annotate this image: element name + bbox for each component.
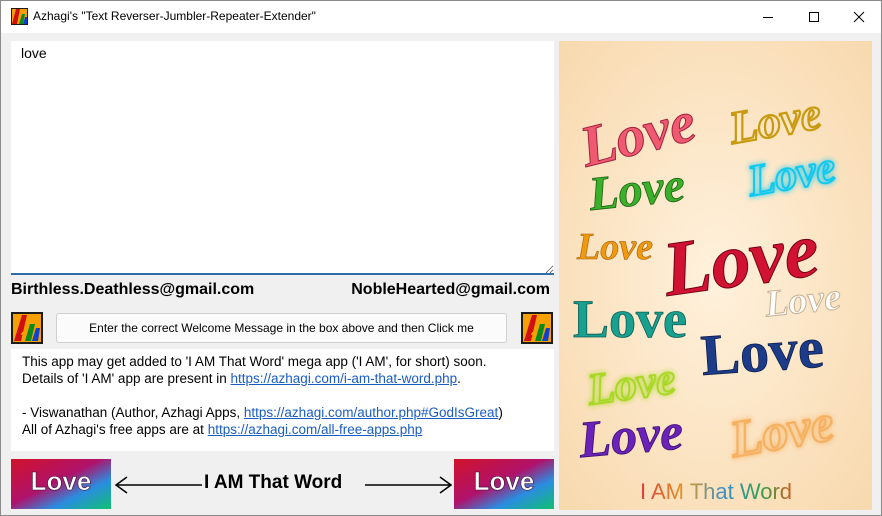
poster-caption: I AM That Word <box>640 479 792 504</box>
love-tile-text: Love <box>474 466 535 496</box>
info-text: Details of 'I AM' app are present in <box>22 371 231 386</box>
maximize-button[interactable] <box>791 1 837 32</box>
love-word: Love <box>576 226 653 268</box>
welcome-submit-button[interactable]: Enter the correct Welcome Message in the… <box>56 313 507 343</box>
i-am-that-word-label: I AM That Word <box>204 472 343 493</box>
info-line: - Viswanathan (Author, Azhagi Apps, http… <box>22 404 543 421</box>
love-word: Love <box>576 403 686 469</box>
all-free-apps-link[interactable]: https://azhagi.com/all-free-apps.php <box>208 422 423 437</box>
love-word: Love <box>573 289 687 349</box>
love-poster-image: Love Love Love Love Love Love Love Love … <box>559 41 872 510</box>
email-left: Birthless.Deathless@gmail.com <box>11 281 255 298</box>
maximize-icon <box>809 11 819 22</box>
minimize-icon <box>763 16 773 18</box>
info-text: This app may get added to 'I AM That Wor… <box>22 354 487 369</box>
azhagi-logo-icon[interactable] <box>11 312 43 344</box>
love-word: Love <box>699 315 826 388</box>
window-title: Azhagi's "Text Reverser-Jumbler-Repeater… <box>33 9 316 23</box>
app-window: Azhagi's "Text Reverser-Jumbler-Repeater… <box>0 0 882 516</box>
info-line: Details of 'I AM' app are present in htt… <box>22 370 543 387</box>
info-line: This app may get added to 'I AM That Wor… <box>22 353 543 370</box>
love-tile-left[interactable]: Love <box>11 459 111 509</box>
input-underline <box>11 273 554 275</box>
email-right: NobleHearted@gmail.com <box>351 281 550 298</box>
love-tile-text: Love <box>31 466 92 496</box>
i-am-app-link[interactable]: https://azhagi.com/i-am-that-word.php <box>231 371 458 386</box>
right-arrow-icon <box>365 476 453 494</box>
info-text: ) <box>498 405 503 420</box>
message-input[interactable] <box>11 41 554 274</box>
info-panel: This app may get added to 'I AM That Wor… <box>11 349 554 451</box>
info-line: All of Azhagi's free apps are at https:/… <box>22 421 543 438</box>
app-logo-icon <box>11 8 28 25</box>
minimize-button[interactable] <box>745 1 791 32</box>
info-text: - Viswanathan (Author, Azhagi Apps, <box>22 405 244 420</box>
info-text: . <box>457 371 461 386</box>
author-link[interactable]: https://azhagi.com/author.php#GodIsGreat <box>244 405 498 420</box>
info-text: All of Azhagi's free apps are at <box>22 422 208 437</box>
close-button[interactable] <box>836 1 881 32</box>
left-arrow-icon <box>114 476 202 494</box>
title-bar: Azhagi's "Text Reverser-Jumbler-Repeater… <box>1 1 881 33</box>
love-tile-right[interactable]: Love <box>454 459 554 509</box>
azhagi-logo-icon[interactable] <box>521 312 553 344</box>
close-icon <box>853 11 865 22</box>
love-word: Love <box>585 158 687 221</box>
